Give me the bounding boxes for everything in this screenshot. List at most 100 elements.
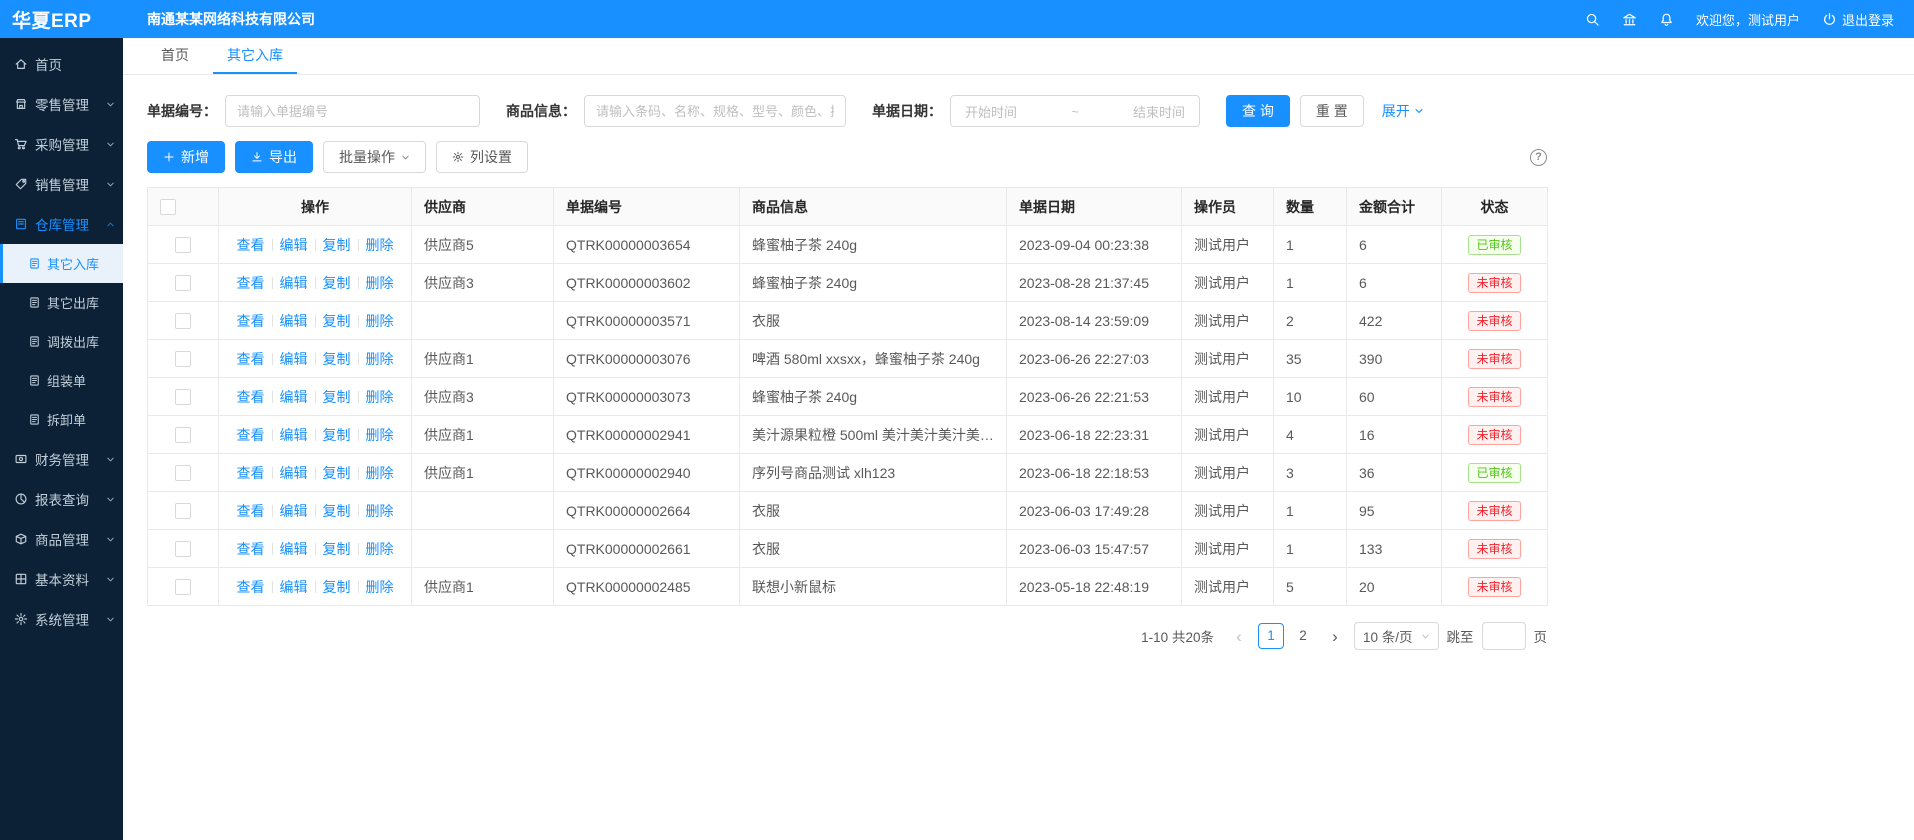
add-button[interactable]: 新增 (147, 141, 225, 173)
row-action-view[interactable]: 查看 (237, 389, 265, 405)
search-button[interactable]: 查 询 (1226, 95, 1290, 127)
row-action-view[interactable]: 查看 (237, 237, 265, 253)
row-action-copy[interactable]: 复制 (323, 427, 351, 443)
row-action-copy[interactable]: 复制 (323, 541, 351, 557)
row-action-delete[interactable]: 删除 (366, 351, 394, 367)
export-button[interactable]: 导出 (235, 141, 313, 173)
row-action-view[interactable]: 查看 (237, 579, 265, 595)
search-icon[interactable] (1585, 12, 1600, 27)
row-action-delete[interactable]: 删除 (366, 275, 394, 291)
row-action-delete[interactable]: 删除 (366, 389, 394, 405)
cell-goods-info: 蜂蜜柚子茶 240g (740, 226, 1007, 264)
column-settings-button[interactable]: 列设置 (436, 141, 528, 173)
row-checkbox[interactable] (175, 503, 191, 519)
row-action-edit[interactable]: 编辑 (280, 427, 308, 443)
logout-button[interactable]: 退出登录 (1822, 10, 1894, 29)
row-action-view[interactable]: 查看 (237, 351, 265, 367)
row-checkbox[interactable] (175, 351, 191, 367)
row-action-view[interactable]: 查看 (237, 465, 265, 481)
table-body: 查看编辑复制删除 供应商5 QTRK00000003654 蜂蜜柚子茶 240g… (148, 226, 1548, 606)
row-action-copy[interactable]: 复制 (323, 503, 351, 519)
row-action-edit[interactable]: 编辑 (280, 351, 308, 367)
goods-info-input[interactable] (584, 95, 846, 127)
sidebar-menu: 首页 零售管理 采购管理 销售管理 仓库管理 其它入库 其它出库 调拨出库 组装… (0, 38, 123, 840)
row-action-edit[interactable]: 编辑 (280, 389, 308, 405)
tab-home[interactable]: 首页 (147, 38, 203, 74)
row-action-delete[interactable]: 删除 (366, 465, 394, 481)
table-row: 查看编辑复制删除 QTRK00000002661 衣服 2023-06-03 1… (148, 530, 1548, 568)
row-action-delete[interactable]: 删除 (366, 313, 394, 329)
expand-link[interactable]: 展开 (1382, 101, 1424, 121)
page-button-2[interactable]: 2 (1290, 623, 1316, 649)
bill-no-input[interactable] (225, 95, 480, 127)
row-action-edit[interactable]: 编辑 (280, 503, 308, 519)
jump-page-input[interactable] (1482, 622, 1526, 650)
row-checkbox[interactable] (175, 275, 191, 291)
notification-bell-icon[interactable] (1659, 12, 1674, 27)
row-action-copy[interactable]: 复制 (323, 275, 351, 291)
cell-bill-no: QTRK00000003073 (554, 378, 740, 416)
platform-icon[interactable] (1622, 12, 1637, 27)
row-action-edit[interactable]: 编辑 (280, 579, 308, 595)
row-action-view[interactable]: 查看 (237, 541, 265, 557)
row-action-delete[interactable]: 删除 (366, 503, 394, 519)
row-checkbox[interactable] (175, 389, 191, 405)
row-action-delete[interactable]: 删除 (366, 427, 394, 443)
row-checkbox[interactable] (175, 465, 191, 481)
sidebar-subitem-other-inbound[interactable]: 其它入库 (0, 244, 123, 283)
sidebar-item-basic[interactable]: 基本资料 (0, 559, 123, 599)
row-action-delete[interactable]: 删除 (366, 579, 394, 595)
row-checkbox[interactable] (175, 313, 191, 329)
row-action-view[interactable]: 查看 (237, 427, 265, 443)
sidebar-subitem-assembly-order[interactable]: 组装单 (0, 361, 123, 400)
sidebar-item-purchase[interactable]: 采购管理 (0, 124, 123, 164)
status-badge: 未审核 (1468, 577, 1520, 597)
row-actions-cell: 查看编辑复制删除 (219, 378, 412, 416)
row-action-edit[interactable]: 编辑 (280, 313, 308, 329)
row-checkbox[interactable] (175, 541, 191, 557)
row-action-copy[interactable]: 复制 (323, 313, 351, 329)
row-action-copy[interactable]: 复制 (323, 465, 351, 481)
row-action-edit[interactable]: 编辑 (280, 541, 308, 557)
sidebar-item-finance[interactable]: 财务管理 (0, 439, 123, 479)
row-action-edit[interactable]: 编辑 (280, 237, 308, 253)
sidebar-item-warehouse[interactable]: 仓库管理 (0, 204, 123, 244)
sidebar-item-sales[interactable]: 销售管理 (0, 164, 123, 204)
sidebar-subitem-disassembly-order[interactable]: 拆卸单 (0, 400, 123, 439)
row-checkbox[interactable] (175, 237, 191, 253)
chevron-down-icon (106, 615, 115, 624)
sidebar-item-retail[interactable]: 零售管理 (0, 84, 123, 124)
row-action-copy[interactable]: 复制 (323, 579, 351, 595)
row-action-copy[interactable]: 复制 (323, 389, 351, 405)
select-all-checkbox[interactable] (160, 199, 176, 215)
sidebar-item-label: 基本资料 (35, 569, 89, 589)
status-badge: 未审核 (1468, 311, 1520, 331)
row-action-copy[interactable]: 复制 (323, 351, 351, 367)
sidebar-subitem-label: 其它出库 (47, 293, 99, 312)
row-action-view[interactable]: 查看 (237, 313, 265, 329)
page-size-select[interactable]: 10 条/页 (1354, 622, 1439, 650)
date-range-picker[interactable]: 开始时间 ~ 结束时间 (950, 95, 1200, 127)
prev-page-button[interactable]: ‹ (1228, 628, 1250, 645)
sidebar-item-report[interactable]: 报表查询 (0, 479, 123, 519)
row-action-edit[interactable]: 编辑 (280, 465, 308, 481)
sidebar-item-home[interactable]: 首页 (0, 44, 123, 84)
row-action-copy[interactable]: 复制 (323, 237, 351, 253)
row-action-view[interactable]: 查看 (237, 503, 265, 519)
row-action-delete[interactable]: 删除 (366, 541, 394, 557)
next-page-button[interactable]: › (1324, 628, 1346, 645)
sidebar-item-system[interactable]: 系统管理 (0, 599, 123, 639)
row-action-view[interactable]: 查看 (237, 275, 265, 291)
row-checkbox[interactable] (175, 579, 191, 595)
batch-actions-button[interactable]: 批量操作 (323, 141, 426, 173)
row-action-edit[interactable]: 编辑 (280, 275, 308, 291)
page-button-1[interactable]: 1 (1258, 623, 1284, 649)
row-checkbox[interactable] (175, 427, 191, 443)
row-action-delete[interactable]: 删除 (366, 237, 394, 253)
tab-other-inbound[interactable]: 其它入库 (213, 38, 297, 74)
reset-button[interactable]: 重 置 (1300, 95, 1364, 127)
help-icon[interactable]: ? (1530, 149, 1547, 166)
sidebar-item-goods[interactable]: 商品管理 (0, 519, 123, 559)
sidebar-subitem-other-outbound[interactable]: 其它出库 (0, 283, 123, 322)
sidebar-subitem-transfer-outbound[interactable]: 调拨出库 (0, 322, 123, 361)
